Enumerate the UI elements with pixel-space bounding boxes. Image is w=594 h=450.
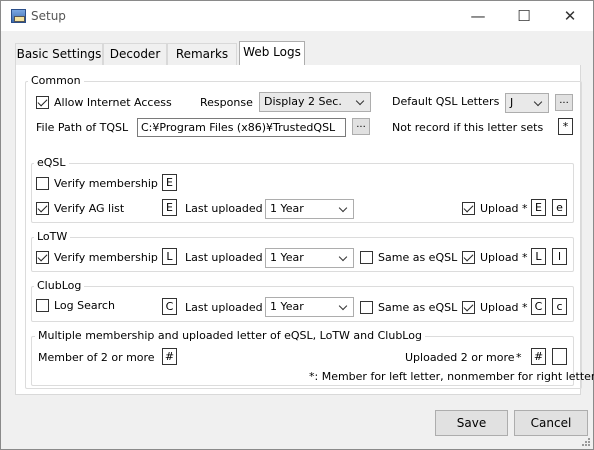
tab-web-logs[interactable]: Web Logs: [239, 41, 305, 66]
eqsl-legend: eQSL: [34, 156, 69, 169]
allow-internet-checkbox[interactable]: [36, 96, 49, 109]
eqsl-verify-membership-checkbox[interactable]: [36, 177, 49, 190]
cancel-button[interactable]: Cancel: [514, 410, 588, 436]
clublog-upload-checkbox[interactable]: [462, 301, 475, 314]
minimize-button[interactable]: —: [455, 1, 501, 31]
clublog-log-search-checkbox[interactable]: [36, 299, 49, 312]
lotw-verify-membership-label: Verify membership: [54, 251, 158, 264]
lotw-upload-star: *: [522, 251, 528, 264]
eqsl-upload-right-letter[interactable]: e: [552, 199, 567, 216]
default-qsl-label: Default QSL Letters: [392, 95, 500, 108]
eqsl-upload-label: Upload: [480, 202, 519, 215]
tab-decoder[interactable]: Decoder: [103, 43, 167, 65]
uploaded-2-or-more-label: Uploaded 2 or more: [405, 351, 515, 364]
allow-internet-label: Allow Internet Access: [54, 96, 172, 109]
member-2-or-more-field[interactable]: #: [162, 348, 177, 365]
clublog-search-letter-field[interactable]: C: [162, 298, 177, 315]
clublog-upload-left-letter[interactable]: C: [531, 298, 546, 315]
lotw-upload-label: Upload: [480, 251, 519, 264]
maximize-button[interactable]: ☐: [501, 1, 547, 31]
letter-note: *: Member for left letter, nonmember for…: [309, 370, 594, 383]
lotw-same-as-eqsl-checkbox[interactable]: [360, 251, 373, 264]
lotw-last-uploaded-label: Last uploaded: [185, 251, 263, 264]
tqsl-path-input[interactable]: C:¥Program Files (x86)¥TrustedQSL: [137, 118, 346, 137]
response-select[interactable]: Display 2 Sec.: [259, 92, 371, 112]
lotw-verify-membership-checkbox[interactable]: [36, 251, 49, 264]
close-button[interactable]: ✕: [547, 1, 593, 31]
lotw-legend: LoTW: [34, 230, 71, 243]
window-title: Setup: [31, 9, 66, 23]
not-record-letter-field[interactable]: *: [558, 118, 573, 135]
uploaded-2-or-more-left-field[interactable]: #: [531, 348, 546, 365]
tqsl-browse-button[interactable]: ...: [352, 118, 370, 135]
clublog-log-search-label: Log Search: [54, 299, 115, 312]
eqsl-last-uploaded-select[interactable]: 1 Year: [265, 199, 354, 219]
not-record-label: Not record if this letter sets: [392, 121, 544, 134]
eqsl-verify-ag-checkbox[interactable]: [36, 202, 49, 215]
clublog-legend: ClubLog: [34, 279, 85, 292]
eqsl-upload-checkbox[interactable]: [462, 202, 475, 215]
uploaded-2-or-more-right-field[interactable]: [552, 348, 567, 365]
eqsl-ag-letter-field[interactable]: E: [162, 199, 177, 216]
lotw-last-uploaded-select[interactable]: 1 Year: [265, 248, 354, 268]
clublog-last-uploaded-label: Last uploaded: [185, 301, 263, 314]
clublog-upload-label: Upload: [480, 301, 519, 314]
clublog-upload-right-letter[interactable]: c: [552, 298, 567, 315]
multiple-legend: Multiple membership and uploaded letter …: [35, 329, 425, 342]
clublog-last-uploaded-select[interactable]: 1 Year: [265, 297, 354, 317]
tqsl-path-label: File Path of TQSL: [36, 121, 129, 134]
eqsl-membership-letter-field[interactable]: E: [162, 174, 177, 191]
tab-basic-settings[interactable]: Basic Settings: [15, 43, 103, 65]
eqsl-upload-left-letter[interactable]: E: [531, 199, 546, 216]
resize-grip-icon[interactable]: [580, 436, 590, 446]
setup-window: Setup — ☐ ✕ Basic Settings Decoder Remar…: [0, 0, 594, 450]
clublog-upload-star: *: [522, 301, 528, 314]
clublog-same-as-eqsl-checkbox[interactable]: [360, 301, 373, 314]
default-qsl-browse-button[interactable]: ...: [555, 94, 573, 111]
lotw-upload-checkbox[interactable]: [462, 251, 475, 264]
title-bar: Setup — ☐ ✕: [1, 1, 593, 31]
save-button[interactable]: Save: [435, 410, 508, 436]
tab-remarks[interactable]: Remarks: [167, 43, 237, 65]
default-qsl-select[interactable]: J: [505, 93, 549, 113]
uploaded-2-or-more-star: *: [516, 351, 522, 364]
app-icon: [11, 9, 26, 23]
eqsl-verify-ag-label: Verify AG list: [54, 202, 125, 215]
eqsl-upload-star: *: [522, 202, 528, 215]
member-2-or-more-label: Member of 2 or more: [38, 351, 155, 364]
clublog-same-as-eqsl-label: Same as eQSL: [378, 301, 458, 314]
lotw-same-as-eqsl-label: Same as eQSL: [378, 251, 458, 264]
lotw-membership-letter-field[interactable]: L: [162, 248, 177, 265]
eqsl-last-uploaded-label: Last uploaded: [185, 202, 263, 215]
response-label: Response: [200, 96, 253, 109]
common-legend: Common: [28, 74, 84, 87]
lotw-upload-left-letter[interactable]: L: [531, 248, 546, 265]
eqsl-verify-membership-label: Verify membership: [54, 177, 158, 190]
lotw-upload-right-letter[interactable]: l: [552, 248, 567, 265]
